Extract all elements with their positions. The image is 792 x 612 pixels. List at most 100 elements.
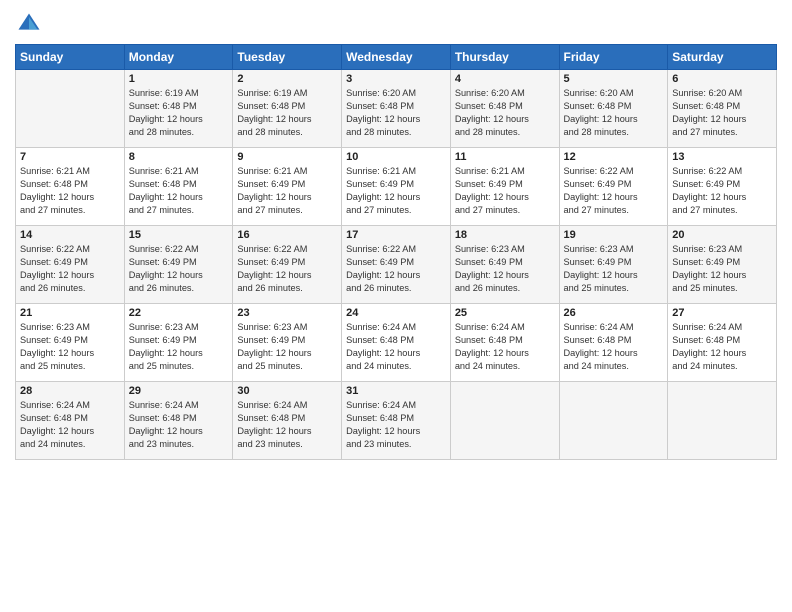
calendar-cell: 6Sunrise: 6:20 AM Sunset: 6:48 PM Daylig…: [668, 70, 777, 148]
day-info: Sunrise: 6:23 AM Sunset: 6:49 PM Dayligh…: [564, 243, 664, 295]
day-number: 26: [564, 307, 664, 319]
day-info: Sunrise: 6:23 AM Sunset: 6:49 PM Dayligh…: [20, 321, 120, 373]
day-info: Sunrise: 6:22 AM Sunset: 6:49 PM Dayligh…: [564, 165, 664, 217]
day-info: Sunrise: 6:20 AM Sunset: 6:48 PM Dayligh…: [346, 87, 446, 139]
calendar-cell: 18 Sunrise: 6:23 AM Sunset: 6:49 PM Dayli…: [450, 226, 559, 304]
day-number: 12: [564, 151, 664, 163]
page: SundayMondayTuesdayWednesdayThursdayFrid…: [0, 0, 792, 612]
day-number: 24: [346, 307, 446, 319]
day-number: 29: [129, 385, 229, 397]
day-info: Sunrise: 6:24 AM Sunset: 6:48 PM Dayligh…: [346, 399, 446, 451]
day-info: Sunrise: 6:24 AM Sunset: 6:48 PM Dayligh…: [237, 399, 337, 451]
week-row-2: 7Sunrise: 6:21 AM Sunset: 6:48 PM Daylig…: [16, 148, 777, 226]
calendar-cell: 4 Sunrise: 6:20 AM Sunset: 6:48 PM Daylig…: [450, 70, 559, 148]
day-info: Sunrise: 6:20 AM Sunset: 6:48 PM Dayligh…: [455, 87, 555, 139]
calendar-cell: 23Sunrise: 6:23 AM Sunset: 6:49 PM Dayli…: [233, 304, 342, 382]
day-number: 15: [129, 229, 229, 241]
calendar-cell: [559, 382, 668, 460]
day-info: Sunrise: 6:22 AM Sunset: 6:49 PM Dayligh…: [346, 243, 446, 295]
day-info: Sunrise: 6:24 AM Sunset: 6:48 PM Dayligh…: [346, 321, 446, 373]
day-info: Sunrise: 6:24 AM Sunset: 6:48 PM Dayligh…: [20, 399, 120, 451]
day-number: 13: [672, 151, 772, 163]
day-number: 18: [455, 229, 555, 241]
day-info: Sunrise: 6:24 AM Sunset: 6:48 PM Dayligh…: [564, 321, 664, 373]
day-info: Sunrise: 6:21 AM Sunset: 6:49 PM Dayligh…: [237, 165, 337, 217]
col-header-saturday: Saturday: [668, 45, 777, 70]
day-number: 1: [129, 73, 229, 85]
day-number: 14: [20, 229, 120, 241]
col-header-sunday: Sunday: [16, 45, 125, 70]
calendar-cell: 26 Sunrise: 6:24 AM Sunset: 6:48 PM Dayli…: [559, 304, 668, 382]
calendar-cell: [16, 70, 125, 148]
calendar-cell: 21 Sunrise: 6:23 AM Sunset: 6:49 PM Dayli…: [16, 304, 125, 382]
day-number: 20: [672, 229, 772, 241]
calendar-cell: 17 Sunrise: 6:22 AM Sunset: 6:49 PM Dayli…: [342, 226, 451, 304]
day-info: Sunrise: 6:23 AM Sunset: 6:49 PM Dayligh…: [672, 243, 772, 295]
day-info: Sunrise: 6:20 AM Sunset: 6:48 PM Dayligh…: [564, 87, 664, 139]
calendar-cell: 29 Sunrise: 6:24 AM Sunset: 6:48 PM Dayli…: [124, 382, 233, 460]
calendar-cell: 20 Sunrise: 6:23 AM Sunset: 6:49 PM Dayli…: [668, 226, 777, 304]
day-number: 30: [237, 385, 337, 397]
day-number: 27: [672, 307, 772, 319]
day-info: Sunrise: 6:22 AM Sunset: 6:49 PM Dayligh…: [129, 243, 229, 295]
calendar-cell: 8Sunrise: 6:21 AM Sunset: 6:48 PM Daylig…: [124, 148, 233, 226]
calendar-cell: 5 Sunrise: 6:20 AM Sunset: 6:48 PM Daylig…: [559, 70, 668, 148]
day-number: 9: [237, 151, 337, 163]
day-info: Sunrise: 6:22 AM Sunset: 6:49 PM Dayligh…: [237, 243, 337, 295]
day-number: 11: [455, 151, 555, 163]
logo: [15, 10, 47, 38]
calendar-cell: 24 Sunrise: 6:24 AM Sunset: 6:48 PM Dayli…: [342, 304, 451, 382]
calendar-cell: 1 Sunrise: 6:19 AM Sunset: 6:48 PM Daylig…: [124, 70, 233, 148]
calendar-cell: 12 Sunrise: 6:22 AM Sunset: 6:49 PM Dayli…: [559, 148, 668, 226]
header-row: SundayMondayTuesdayWednesdayThursdayFrid…: [16, 45, 777, 70]
day-info: Sunrise: 6:22 AM Sunset: 6:49 PM Dayligh…: [672, 165, 772, 217]
day-number: 17: [346, 229, 446, 241]
day-number: 7: [20, 151, 120, 163]
col-header-wednesday: Wednesday: [342, 45, 451, 70]
col-header-tuesday: Tuesday: [233, 45, 342, 70]
calendar-cell: 7Sunrise: 6:21 AM Sunset: 6:48 PM Daylig…: [16, 148, 125, 226]
day-number: 5: [564, 73, 664, 85]
day-info: Sunrise: 6:23 AM Sunset: 6:49 PM Dayligh…: [455, 243, 555, 295]
day-number: 23: [237, 307, 337, 319]
calendar-cell: [668, 382, 777, 460]
day-info: Sunrise: 6:24 AM Sunset: 6:48 PM Dayligh…: [672, 321, 772, 373]
day-info: Sunrise: 6:19 AM Sunset: 6:48 PM Dayligh…: [237, 87, 337, 139]
day-number: 3: [346, 73, 446, 85]
day-info: Sunrise: 6:21 AM Sunset: 6:49 PM Dayligh…: [346, 165, 446, 217]
day-number: 22: [129, 307, 229, 319]
col-header-thursday: Thursday: [450, 45, 559, 70]
day-info: Sunrise: 6:21 AM Sunset: 6:49 PM Dayligh…: [455, 165, 555, 217]
calendar-cell: 31 Sunrise: 6:24 AM Sunset: 6:48 PM Dayli…: [342, 382, 451, 460]
calendar-cell: 10 Sunrise: 6:21 AM Sunset: 6:49 PM Dayli…: [342, 148, 451, 226]
week-row-1: 1 Sunrise: 6:19 AM Sunset: 6:48 PM Daylig…: [16, 70, 777, 148]
calendar-cell: 30 Sunrise: 6:24 AM Sunset: 6:48 PM Dayli…: [233, 382, 342, 460]
logo-icon: [15, 10, 43, 38]
day-info: Sunrise: 6:19 AM Sunset: 6:48 PM Dayligh…: [129, 87, 229, 139]
day-number: 31: [346, 385, 446, 397]
calendar-cell: 25Sunrise: 6:24 AM Sunset: 6:48 PM Dayli…: [450, 304, 559, 382]
day-info: Sunrise: 6:20 AM Sunset: 6:48 PM Dayligh…: [672, 87, 772, 139]
calendar-cell: 16 Sunrise: 6:22 AM Sunset: 6:49 PM Dayli…: [233, 226, 342, 304]
day-number: 10: [346, 151, 446, 163]
calendar-cell: [450, 382, 559, 460]
day-info: Sunrise: 6:24 AM Sunset: 6:48 PM Dayligh…: [455, 321, 555, 373]
calendar-cell: 28 Sunrise: 6:24 AM Sunset: 6:48 PM Dayli…: [16, 382, 125, 460]
calendar-cell: 11 Sunrise: 6:21 AM Sunset: 6:49 PM Dayli…: [450, 148, 559, 226]
week-row-5: 28 Sunrise: 6:24 AM Sunset: 6:48 PM Dayli…: [16, 382, 777, 460]
day-info: Sunrise: 6:24 AM Sunset: 6:48 PM Dayligh…: [129, 399, 229, 451]
day-number: 16: [237, 229, 337, 241]
calendar-cell: 15 Sunrise: 6:22 AM Sunset: 6:49 PM Dayli…: [124, 226, 233, 304]
calendar-cell: 2 Sunrise: 6:19 AM Sunset: 6:48 PM Daylig…: [233, 70, 342, 148]
day-number: 4: [455, 73, 555, 85]
week-row-3: 14 Sunrise: 6:22 AM Sunset: 6:49 PM Dayli…: [16, 226, 777, 304]
day-number: 28: [20, 385, 120, 397]
week-row-4: 21 Sunrise: 6:23 AM Sunset: 6:49 PM Dayli…: [16, 304, 777, 382]
day-number: 21: [20, 307, 120, 319]
day-info: Sunrise: 6:23 AM Sunset: 6:49 PM Dayligh…: [129, 321, 229, 373]
calendar-cell: 27 Sunrise: 6:24 AM Sunset: 6:48 PM Dayli…: [668, 304, 777, 382]
day-number: 2: [237, 73, 337, 85]
header: [15, 10, 777, 38]
calendar-cell: 14 Sunrise: 6:22 AM Sunset: 6:49 PM Dayli…: [16, 226, 125, 304]
day-info: Sunrise: 6:22 AM Sunset: 6:49 PM Dayligh…: [20, 243, 120, 295]
